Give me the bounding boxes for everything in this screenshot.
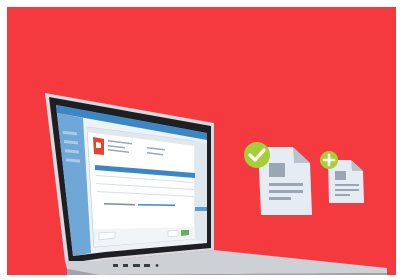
hdmi-port <box>133 264 140 267</box>
plus-badge <box>320 151 338 169</box>
app-right-panel <box>195 141 207 243</box>
document-line <box>335 194 350 196</box>
dialog-cancel-button <box>167 230 179 237</box>
dialog-ok-button <box>181 230 189 236</box>
sd-slot <box>144 264 150 267</box>
document-image-block <box>269 163 285 177</box>
document-line <box>269 183 303 186</box>
audio-jack <box>155 264 159 267</box>
usb-port <box>113 264 118 267</box>
app-right-panel-bar <box>195 207 207 211</box>
document-line <box>269 197 291 200</box>
document-line <box>335 184 359 186</box>
check-badge <box>244 142 270 168</box>
illustration <box>7 7 396 275</box>
document-line <box>335 189 359 191</box>
check-badge-circle <box>244 142 270 168</box>
pdf-file-icon <box>93 137 104 155</box>
illustration-frame <box>7 7 396 275</box>
document-line <box>269 190 303 193</box>
usb-port <box>123 264 128 267</box>
document-image-block <box>335 171 346 180</box>
